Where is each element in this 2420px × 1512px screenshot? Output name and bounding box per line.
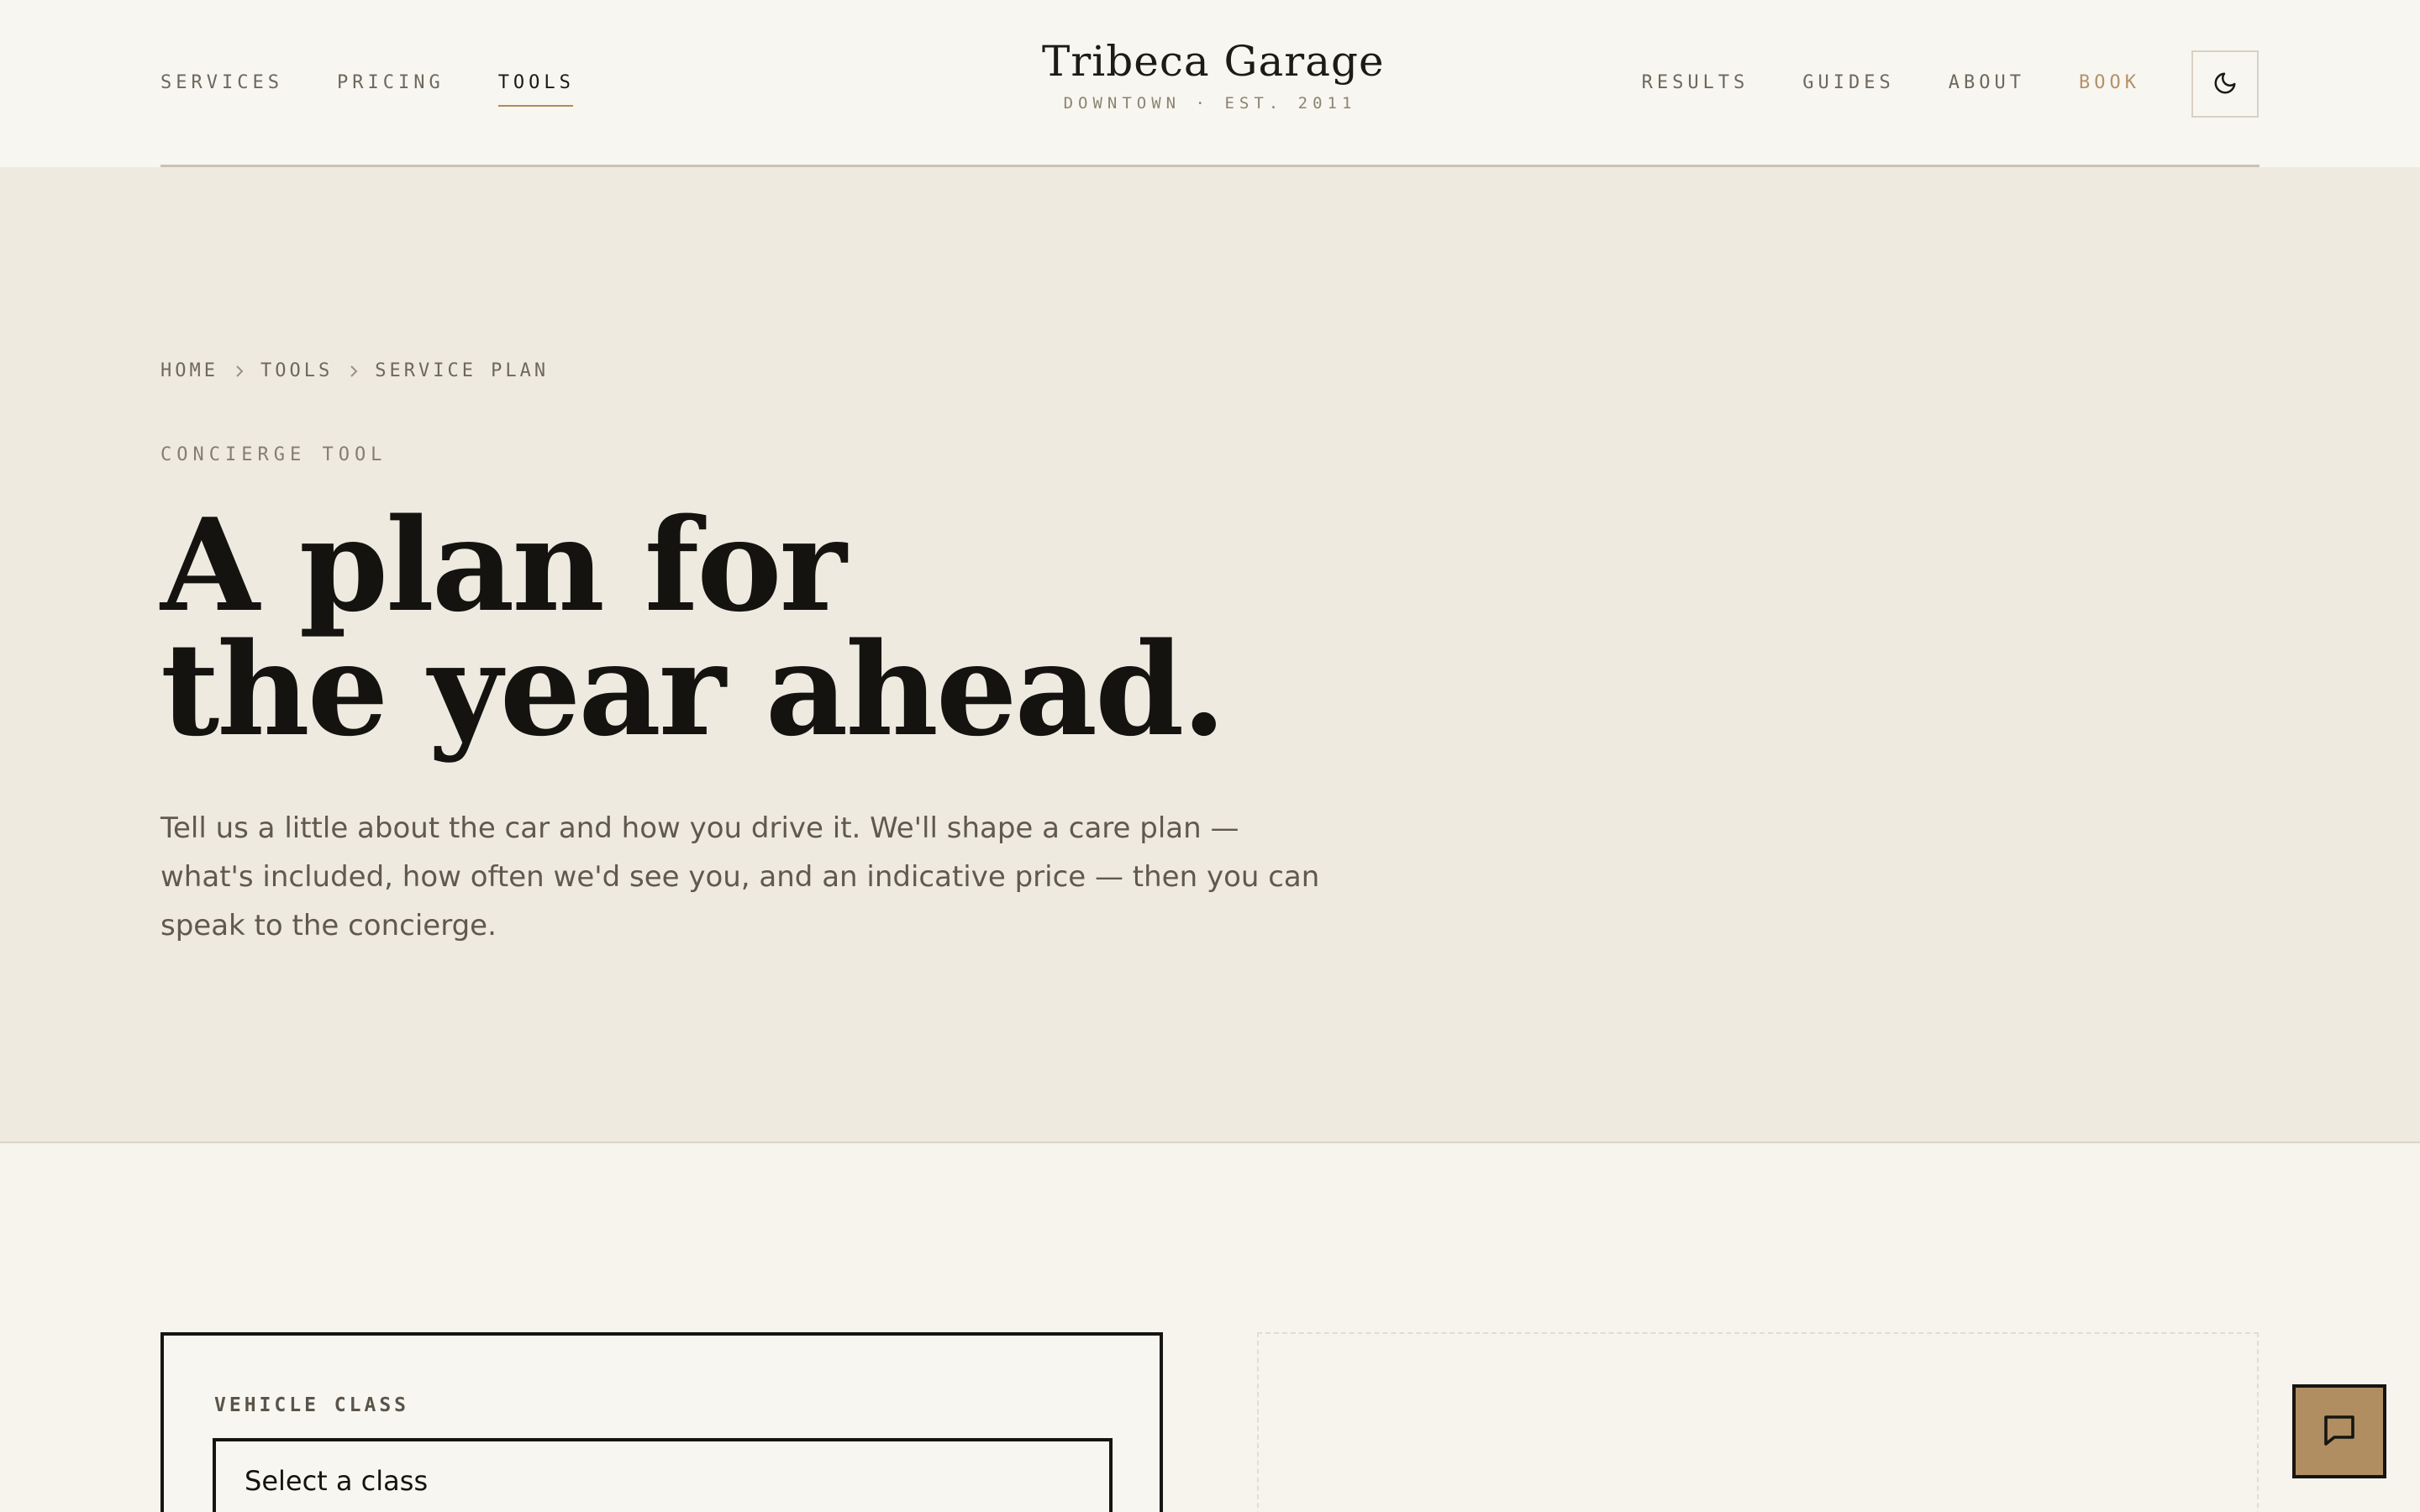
page-title-line-1: A plan for <box>160 490 847 640</box>
brand-tagline: DOWNTOWN · EST. 2011 <box>1063 94 1357 113</box>
nav-pricing[interactable]: PRICING <box>337 72 445 100</box>
nav-results[interactable]: RESULTS <box>1642 72 1749 100</box>
primary-nav-right: RESULTS GUIDES ABOUT BOOK <box>1588 72 2140 100</box>
chat-button[interactable] <box>2292 1384 2386 1478</box>
nav-guides[interactable]: GUIDES <box>1802 72 1894 100</box>
brand-logo[interactable]: Tribeca Garage DOWNTOWN · EST. 2011 <box>1042 37 1385 113</box>
site-header: SERVICES PRICING TOOLS Tribeca Garage DO… <box>0 0 2420 167</box>
hero-section: HOME TOOLS SERVICE PLAN CONCIERGE TOOL A… <box>0 167 2420 1143</box>
nav-services[interactable]: SERVICES <box>160 72 283 100</box>
chevron-right-icon <box>348 364 360 379</box>
nav-book[interactable]: BOOK <box>2079 72 2140 100</box>
brand-name: Tribeca Garage <box>1042 37 1385 86</box>
moon-icon <box>2212 71 2238 98</box>
plan-form-card: VEHICLE CLASS Select a class <box>160 1332 1163 1512</box>
breadcrumb-current: SERVICE PLAN <box>375 360 550 381</box>
nav-about[interactable]: ABOUT <box>1949 72 2025 100</box>
breadcrumb: HOME TOOLS SERVICE PLAN <box>160 360 549 381</box>
vehicle-class-select[interactable]: Select a class <box>213 1438 1113 1512</box>
chat-bubble-icon <box>2319 1410 2360 1453</box>
chevron-right-icon <box>234 364 245 379</box>
page-title-line-2: the year ahead. <box>160 614 1226 764</box>
breadcrumb-home[interactable]: HOME <box>160 360 218 381</box>
plan-summary-card <box>1257 1332 2259 1512</box>
nav-tools[interactable]: TOOLS <box>497 72 575 107</box>
theme-toggle-button[interactable] <box>2191 50 2259 118</box>
primary-nav-left: SERVICES PRICING TOOLS <box>160 72 629 107</box>
breadcrumb-tools[interactable]: TOOLS <box>260 360 333 381</box>
vehicle-class-label: VEHICLE CLASS <box>214 1394 410 1416</box>
intro-text: Tell us a little about the car and how y… <box>160 811 1320 942</box>
page-title: A plan for the year ahead. <box>160 490 1505 764</box>
eyebrow-label: CONCIERGE TOOL <box>160 444 387 465</box>
